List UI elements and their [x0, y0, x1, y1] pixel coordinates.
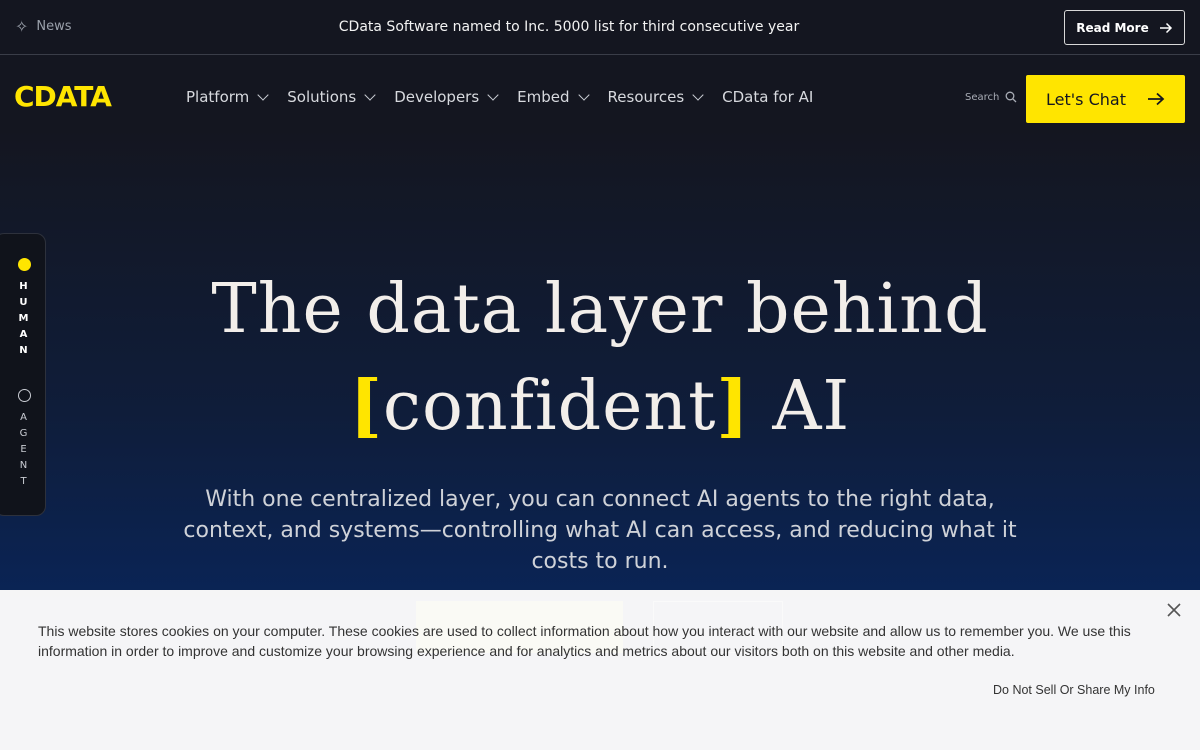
- arrow-right-icon: [1148, 92, 1165, 106]
- news-bar: ✧ News CData Software named to Inc. 5000…: [0, 0, 1200, 55]
- search-icon: [1005, 91, 1017, 103]
- nav-item-label: Embed: [517, 88, 570, 106]
- bracket-open-icon: [: [349, 366, 383, 446]
- cookie-banner: This website stores cookies on your comp…: [0, 590, 1200, 750]
- news-headline-link[interactable]: CData Software named to Inc. 5000 list f…: [0, 17, 1138, 37]
- nav-menu: Platform Solutions Developers Embed Reso…: [186, 87, 813, 107]
- close-icon[interactable]: [1166, 602, 1182, 618]
- nav-item-resources[interactable]: Resources: [607, 87, 704, 107]
- do-not-sell-link[interactable]: Do Not Sell Or Share My Info: [993, 683, 1155, 697]
- lets-chat-label: Let's Chat: [1046, 89, 1126, 109]
- hero-title-highlight: confident: [382, 367, 717, 446]
- main-nav: CDATA Platform Solutions Developers Embe…: [0, 56, 1200, 140]
- cdata-logo[interactable]: CDATA: [14, 82, 112, 112]
- hero-title-line1: The data layer behind: [211, 270, 989, 349]
- nav-item-embed[interactable]: Embed: [517, 87, 590, 107]
- hero-title-line2: [confident] AI: [0, 358, 1200, 455]
- nav-item-label: Resources: [607, 88, 685, 106]
- hero-title-end: AI: [772, 367, 851, 446]
- search-label: Search: [965, 91, 1000, 103]
- chevron-down-icon: [577, 88, 590, 101]
- chevron-down-icon: [364, 88, 376, 101]
- hero-title: The data layer behind [confident] AI: [0, 262, 1200, 455]
- chevron-down-icon: [487, 88, 499, 101]
- nav-item-label: Solutions: [287, 88, 357, 106]
- nav-item-label: Platform: [186, 88, 250, 106]
- nav-item-label: CData for AI: [722, 88, 814, 106]
- nav-item-cdata-for-ai[interactable]: CData for AI: [722, 87, 813, 107]
- cookie-banner-text: This website stores cookies on your comp…: [38, 623, 1131, 659]
- chevron-down-icon: [257, 88, 269, 101]
- hero-subtitle: With one centralized layer, you can conn…: [183, 487, 1017, 574]
- bracket-close-icon: ]: [716, 366, 750, 446]
- lets-chat-button[interactable]: Let's Chat: [1026, 75, 1185, 123]
- read-more-button[interactable]: Read More: [1064, 10, 1185, 45]
- read-more-label: Read More: [1076, 20, 1149, 35]
- arrow-right-icon: [1159, 22, 1172, 33]
- nav-item-platform[interactable]: Platform: [186, 87, 269, 107]
- nav-item-solutions[interactable]: Solutions: [287, 87, 376, 107]
- chevron-down-icon: [692, 88, 704, 101]
- nav-item-label: Developers: [394, 88, 480, 106]
- search-button[interactable]: Search: [965, 91, 1017, 103]
- nav-item-developers[interactable]: Developers: [394, 87, 499, 107]
